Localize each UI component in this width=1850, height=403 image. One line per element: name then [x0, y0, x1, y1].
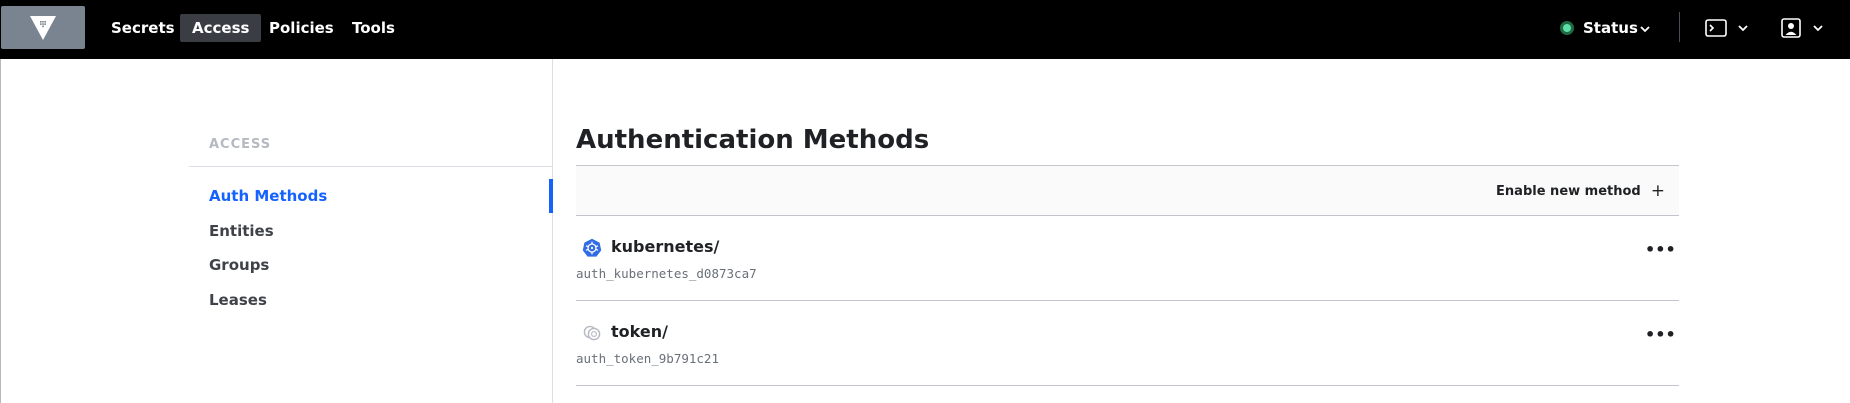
sidebar-item-auth-methods[interactable]: Auth Methods: [209, 187, 327, 205]
auth-method-row[interactable]: token/ auth_token_9b791c21 •••: [576, 301, 1679, 386]
more-options-button[interactable]: •••: [1645, 242, 1676, 260]
page-left-border: [0, 59, 1, 403]
sidebar-item-leases[interactable]: Leases: [209, 291, 267, 309]
nav-secrets[interactable]: Secrets: [99, 14, 187, 42]
chevron-down-icon: [1738, 25, 1748, 32]
auth-method-path[interactable]: kubernetes/: [611, 237, 719, 256]
sidebar-divider: [552, 59, 553, 403]
toolbar: Enable new method +: [576, 165, 1679, 216]
chevron-down-icon: [1813, 25, 1823, 32]
kubernetes-icon: [582, 238, 602, 257]
status-label: Status: [1583, 19, 1638, 37]
status-ok-icon: [1560, 21, 1574, 35]
nav-tools[interactable]: Tools: [340, 14, 407, 42]
top-navbar: Secrets Access Policies Tools Status: [0, 0, 1850, 59]
auth-method-accessor: auth_kubernetes_d0873ca7: [576, 266, 757, 281]
console-menu-button[interactable]: [1705, 14, 1751, 42]
sidebar-heading-rule: [189, 166, 552, 167]
plus-icon: +: [1650, 181, 1665, 201]
enable-new-method-button[interactable]: Enable new method +: [1496, 181, 1665, 201]
page-title: Authentication Methods: [576, 125, 930, 155]
more-options-button[interactable]: •••: [1645, 327, 1676, 345]
nav-access[interactable]: Access: [180, 14, 262, 42]
auth-method-row[interactable]: kubernetes/ auth_kubernetes_d0873ca7 •••: [576, 216, 1679, 301]
user-icon: [1781, 18, 1801, 38]
auth-method-path[interactable]: token/: [611, 322, 668, 341]
sidebar-item-entities[interactable]: Entities: [209, 222, 274, 240]
terminal-icon: [1705, 19, 1727, 37]
token-icon: [583, 325, 601, 341]
navbar-divider: [1679, 12, 1680, 42]
chevron-down-icon: [1640, 26, 1650, 33]
sidebar-heading: ACCESS: [209, 137, 272, 152]
sidebar-item-groups[interactable]: Groups: [209, 256, 269, 274]
user-menu-button[interactable]: [1781, 14, 1827, 42]
nav-policies[interactable]: Policies: [257, 14, 346, 42]
enable-new-method-label: Enable new method: [1496, 184, 1641, 199]
vault-logo-home-link[interactable]: [1, 6, 85, 49]
vault-logo-icon: [30, 16, 56, 40]
sidebar-active-indicator: [549, 179, 553, 213]
auth-method-accessor: auth_token_9b791c21: [576, 351, 719, 366]
